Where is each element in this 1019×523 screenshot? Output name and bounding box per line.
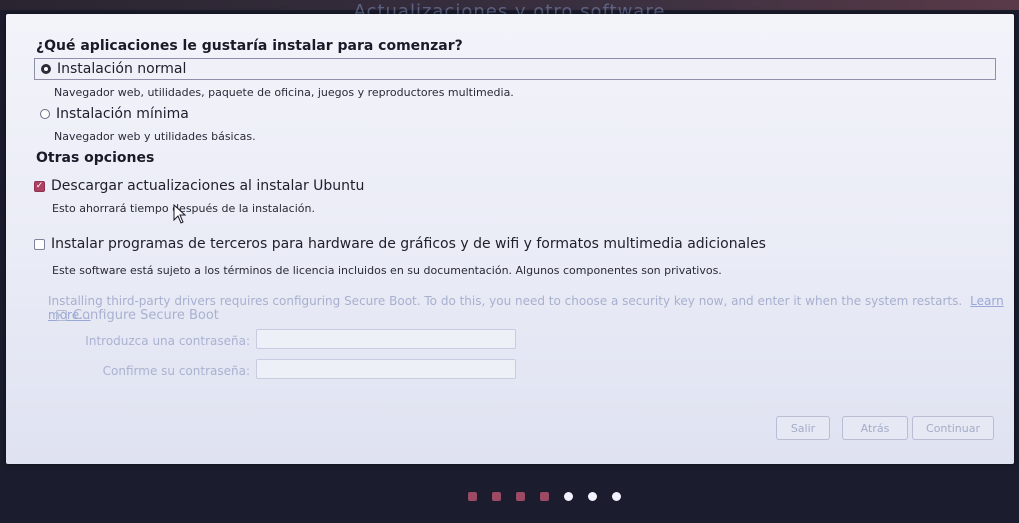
third-party-checkbox[interactable]: Instalar programas de terceros para hard… bbox=[34, 236, 766, 252]
back-button[interactable]: Atrás bbox=[842, 416, 908, 440]
progress-step-pending bbox=[588, 492, 597, 501]
checkbox-disabled-checked-icon[interactable]: ✓ bbox=[56, 310, 67, 321]
password-label: Introduzca una contraseña: bbox=[85, 334, 250, 348]
radio-normal-install[interactable]: Instalación normal bbox=[34, 58, 996, 80]
minimal-install-description: Navegador web y utilidades básicas. bbox=[54, 130, 256, 143]
checkbox-checked-icon[interactable]: ✓ bbox=[34, 180, 45, 192]
progress-step-done bbox=[516, 492, 525, 501]
progress-step-done bbox=[540, 492, 549, 501]
install-progress-dots bbox=[0, 492, 1019, 508]
progress-step-done bbox=[492, 492, 501, 501]
confirm-password-label: Confirme su contraseña: bbox=[102, 364, 250, 378]
secure-boot-note-text: Installing third-party drivers requires … bbox=[48, 294, 963, 308]
install-question: ¿Qué aplicaciones le gustaría instalar p… bbox=[36, 38, 463, 54]
progress-step-pending bbox=[612, 492, 621, 501]
download-updates-label: Descargar actualizaciones al instalar Ub… bbox=[51, 178, 365, 194]
installer-window: ¿Qué aplicaciones le gustaría instalar p… bbox=[6, 14, 1014, 464]
confirm-password-input[interactable] bbox=[256, 359, 516, 379]
continue-button[interactable]: Continuar bbox=[912, 416, 994, 440]
password-input[interactable] bbox=[256, 329, 516, 349]
radio-minimal-label: Instalación mínima bbox=[56, 106, 189, 122]
download-updates-checkbox[interactable]: ✓ Descargar actualizaciones al instalar … bbox=[34, 178, 364, 194]
radio-selected-icon[interactable] bbox=[41, 64, 51, 74]
configure-secure-boot-checkbox[interactable]: ✓ Configure Secure Boot bbox=[56, 308, 219, 323]
progress-step-done bbox=[468, 492, 477, 501]
checkbox-unchecked-icon[interactable] bbox=[34, 238, 45, 250]
mouse-pointer-icon bbox=[173, 204, 187, 224]
progress-step-pending bbox=[564, 492, 573, 501]
configure-secure-boot-label: Configure Secure Boot bbox=[73, 308, 219, 323]
radio-unselected-icon[interactable] bbox=[40, 109, 50, 119]
quit-button[interactable]: Salir bbox=[776, 416, 830, 440]
other-options-heading: Otras opciones bbox=[36, 150, 155, 166]
radio-normal-label: Instalación normal bbox=[57, 61, 187, 77]
third-party-description: Este software está sujeto a los términos… bbox=[52, 264, 722, 277]
radio-minimal-install[interactable]: Instalación mínima bbox=[34, 106, 189, 122]
normal-install-description: Navegador web, utilidades, paquete de of… bbox=[54, 86, 514, 99]
third-party-label: Instalar programas de terceros para hard… bbox=[51, 236, 766, 252]
